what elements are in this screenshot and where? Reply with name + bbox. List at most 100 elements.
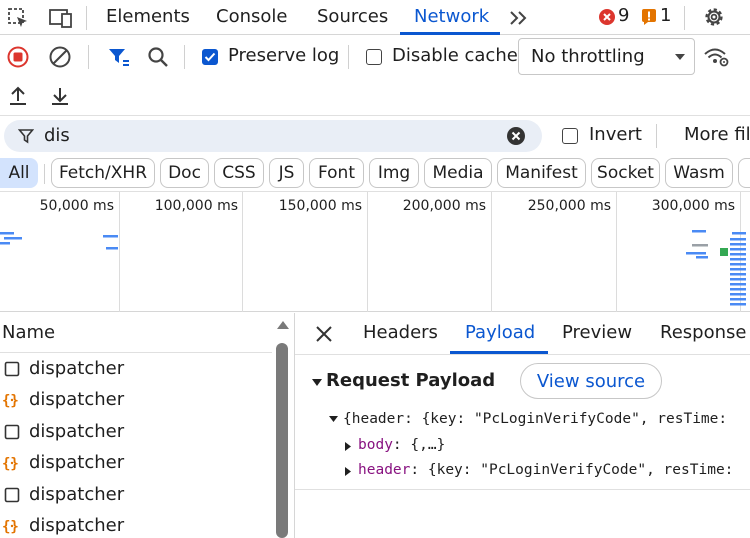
type-chip-overflow[interactable] [738, 158, 750, 188]
collapse-triangle-icon[interactable] [311, 377, 323, 387]
error-count[interactable]: 9 [618, 5, 629, 26]
request-payload-section-title[interactable]: Request Payload [326, 370, 495, 391]
request-row[interactable]: dispatcher [0, 417, 276, 448]
type-chip-css[interactable]: CSS [214, 158, 264, 188]
payload-header-key: header [358, 462, 411, 478]
document-icon [4, 424, 20, 440]
active-tab-indicator [400, 32, 500, 35]
settings-gear-icon[interactable] [702, 5, 726, 29]
clear-icon[interactable] [48, 45, 72, 69]
filter-funnel-icon[interactable] [106, 45, 130, 69]
more-filters-dropdown[interactable]: More fil [684, 124, 750, 145]
network-overview-timeline[interactable]: 50,000 ms 100,000 ms 150,000 ms 200,000 … [0, 192, 750, 312]
svg-text:{}: {} [2, 519, 19, 535]
dropdown-arrow-icon [674, 52, 686, 62]
type-chip-img[interactable]: Img [369, 158, 419, 188]
device-toolbar-icon[interactable] [48, 6, 74, 30]
disable-cache-checkbox[interactable] [366, 49, 382, 65]
type-chip-font[interactable]: Font [309, 158, 364, 188]
request-name: dispatcher [29, 484, 125, 505]
stop-recording-icon[interactable] [6, 45, 30, 69]
payload-body-row[interactable]: body: {,…} [358, 437, 445, 453]
tab-response[interactable]: Response [660, 322, 746, 343]
tab-headers[interactable]: Headers [363, 322, 438, 343]
json-braces-icon: {} [2, 454, 22, 472]
devtools-tab-bar: Elements Console Sources Network 9 1 [0, 0, 750, 35]
request-row[interactable]: {} dispatcher [0, 511, 276, 538]
view-source-button[interactable]: View source [520, 363, 662, 399]
export-har-download-icon[interactable] [48, 84, 72, 108]
throttling-select[interactable]: No throttling [518, 38, 695, 75]
svg-text:{}: {} [2, 456, 19, 472]
tab-network[interactable]: Network [414, 6, 489, 27]
payload-body-value: {,…} [410, 437, 446, 453]
name-column-label: Name [2, 322, 56, 343]
tab-sources[interactable]: Sources [317, 6, 388, 27]
request-name: dispatcher [29, 452, 125, 473]
request-row[interactable]: {} dispatcher [0, 385, 276, 416]
preserve-log-label[interactable]: Preserve log [228, 45, 339, 66]
invert-label[interactable]: Invert [589, 124, 642, 145]
resource-type-filter: All Fetch/XHR Doc CSS JS Font Img Media … [0, 156, 750, 192]
payload-root-object[interactable]: {header: {key: "PcLoginVerifyCode", resT… [343, 411, 727, 427]
document-icon [4, 361, 20, 377]
import-har-upload-icon[interactable] [6, 84, 30, 108]
import-export-toolbar [0, 76, 750, 116]
close-icon[interactable] [314, 324, 334, 344]
clear-filter-icon[interactable] [506, 126, 526, 146]
type-chip-media[interactable]: Media [424, 158, 492, 188]
request-detail-panel: Headers Payload Preview Response Request… [295, 313, 750, 538]
more-tabs-chevron-icon[interactable] [506, 6, 532, 30]
inspect-element-icon[interactable] [6, 6, 30, 30]
invert-checkbox[interactable] [562, 128, 578, 144]
request-name: dispatcher [29, 421, 125, 442]
warning-count[interactable]: 1 [660, 5, 671, 26]
expand-triangle-right-icon[interactable] [343, 440, 353, 452]
timeline-request-bars [0, 230, 746, 306]
payload-header-row[interactable]: header: {key: "PcLoginVerifyCode", resTi… [358, 462, 733, 478]
name-column-header[interactable]: Name [0, 313, 276, 353]
type-chip-wasm[interactable]: Wasm [665, 158, 733, 188]
request-row[interactable]: {} dispatcher [0, 448, 276, 479]
request-list: Name dispatcher {} dispatcher dispatcher… [0, 313, 294, 538]
tab-payload[interactable]: Payload [465, 322, 535, 343]
request-row[interactable]: dispatcher [0, 354, 276, 385]
throttling-value: No throttling [531, 46, 645, 67]
filter-row: dis Invert More fil [0, 116, 750, 156]
request-name: dispatcher [29, 358, 125, 379]
type-chip-js[interactable]: JS [269, 158, 304, 188]
filter-input-box[interactable]: dis [4, 120, 542, 152]
payload-header-value: {key: "PcLoginVerifyCode", resTime: [427, 462, 734, 478]
tab-preview[interactable]: Preview [562, 322, 632, 343]
expand-triangle-right-icon[interactable] [343, 465, 353, 477]
error-icon[interactable] [598, 8, 616, 26]
payload-body-key: body [358, 437, 393, 453]
network-conditions-icon[interactable] [703, 44, 731, 70]
tab-console[interactable]: Console [216, 6, 287, 27]
scroll-up-arrow-icon[interactable] [275, 319, 291, 331]
preserve-log-checkbox[interactable] [202, 49, 218, 65]
warning-icon[interactable] [641, 8, 657, 26]
type-chip-doc[interactable]: Doc [160, 158, 209, 188]
document-icon [4, 487, 20, 503]
disable-cache-label[interactable]: Disable cache [392, 45, 518, 66]
search-icon[interactable] [146, 45, 170, 69]
request-name: dispatcher [29, 389, 125, 410]
active-detail-tab-indicator [450, 351, 548, 354]
type-chip-socket[interactable]: Socket [591, 158, 660, 188]
svg-text:{}: {} [2, 393, 19, 409]
tab-elements[interactable]: Elements [106, 6, 190, 27]
json-braces-icon: {} [2, 517, 22, 535]
json-braces-icon: {} [2, 391, 22, 409]
detail-tab-bar: Headers Payload Preview Response [295, 313, 750, 355]
type-chip-all[interactable]: All [0, 158, 38, 188]
expand-triangle-down-icon[interactable] [327, 414, 339, 424]
type-chip-fetch-xhr[interactable]: Fetch/XHR [51, 158, 155, 188]
filter-input-value[interactable]: dis [44, 125, 70, 146]
request-name: dispatcher [29, 515, 125, 536]
type-chip-manifest[interactable]: Manifest [497, 158, 586, 188]
request-row[interactable]: dispatcher [0, 480, 276, 511]
network-toolbar: Preserve log Disable cache No throttling [0, 36, 750, 76]
filter-icon [18, 128, 34, 144]
scrollbar-thumb[interactable] [276, 343, 288, 538]
